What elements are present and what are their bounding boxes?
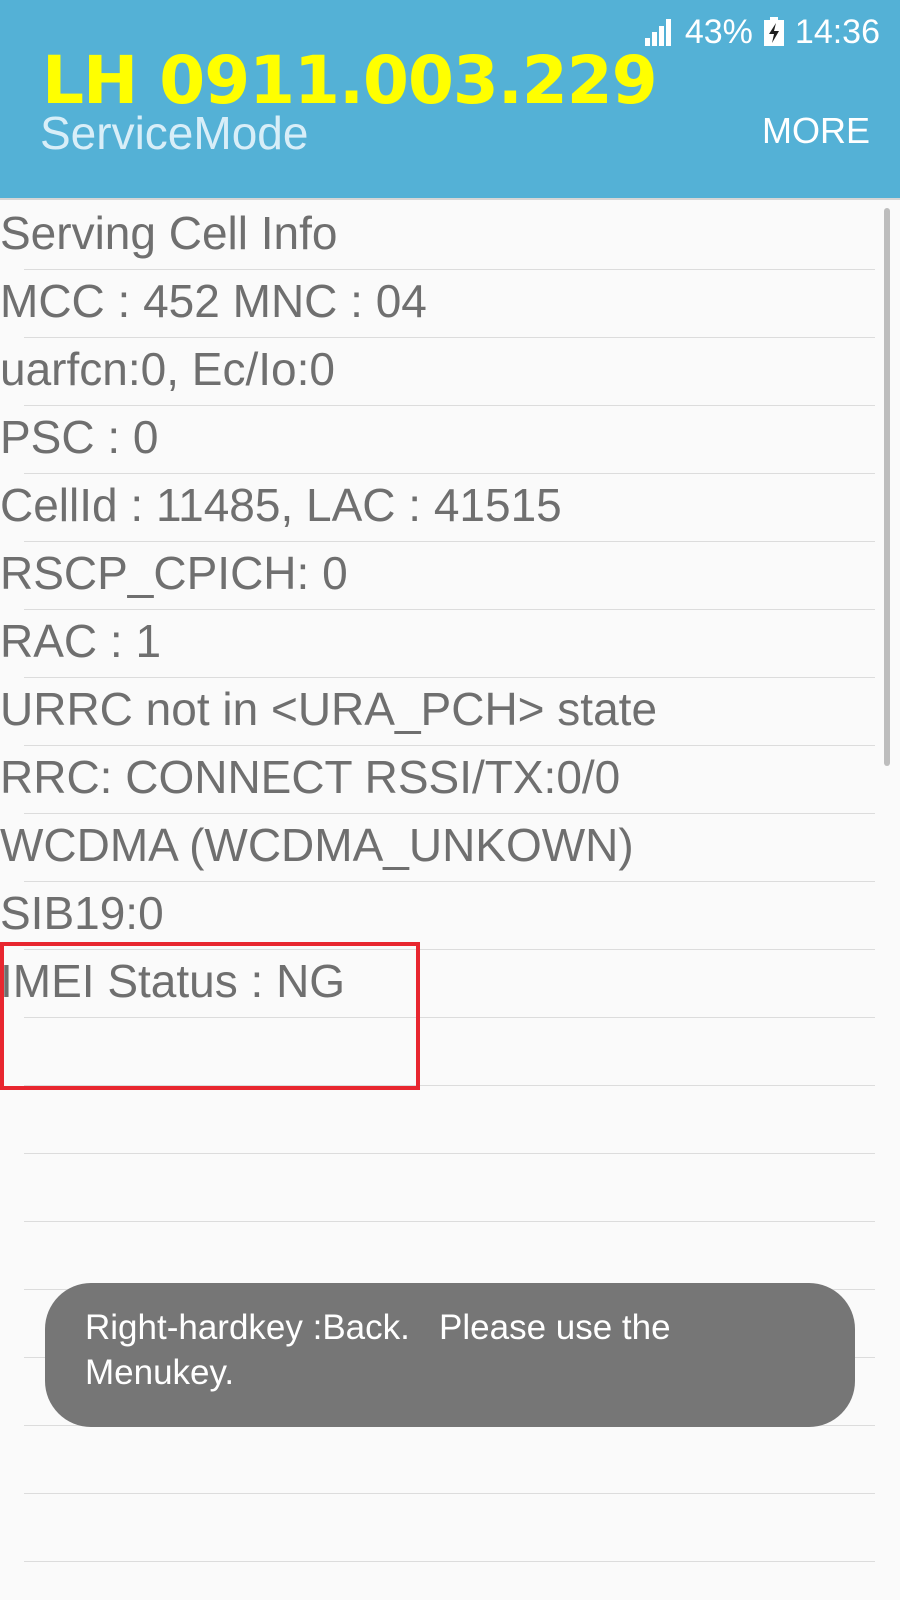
list-item-text: PSC : 0 bbox=[0, 411, 159, 463]
list-item-text: uarfcn:0, Ec/Io:0 bbox=[0, 343, 335, 395]
list-item bbox=[24, 1086, 875, 1154]
list-item-text: RAC : 1 bbox=[0, 615, 162, 667]
scrollbar[interactable] bbox=[884, 208, 890, 766]
list-item: MCC : 452 MNC : 04 bbox=[0, 270, 875, 338]
clock-time: 14:36 bbox=[794, 12, 880, 51]
list-item bbox=[24, 1426, 875, 1494]
status-bar: 43% 14:36 bbox=[643, 10, 880, 54]
list-item: WCDMA (WCDMA_UNKOWN) bbox=[0, 814, 875, 882]
list-item: SIB19:0 bbox=[0, 882, 875, 950]
list-item: Serving Cell Info bbox=[0, 202, 875, 270]
imei-highlight-box bbox=[0, 942, 420, 1090]
list-item: PSC : 0 bbox=[0, 406, 875, 474]
list-item-text: MCC : 452 MNC : 04 bbox=[0, 275, 427, 327]
list-item-text: CellId : 11485, LAC : 41515 bbox=[0, 479, 562, 531]
toast-text: Right-hardkey :Back. Please use the Menu… bbox=[85, 1308, 681, 1392]
list-item: uarfcn:0, Ec/Io:0 bbox=[0, 338, 875, 406]
list-item: URRC not in <URA_PCH> state bbox=[0, 678, 875, 746]
list-item-text: SIB19:0 bbox=[0, 887, 164, 939]
more-button[interactable]: MORE bbox=[762, 110, 870, 152]
app-bar: 43% 14:36 LH 0911.003.229 ServiceMode MO… bbox=[0, 0, 900, 200]
list-item-text: RRC: CONNECT RSSI/TX:0/0 bbox=[0, 751, 621, 803]
list-item-text: Serving Cell Info bbox=[0, 207, 338, 259]
list-item: CellId : 11485, LAC : 41515 bbox=[0, 474, 875, 542]
list-item bbox=[24, 1494, 875, 1562]
list-item: RSCP_CPICH: 0 bbox=[0, 542, 875, 610]
page-title: ServiceMode bbox=[40, 107, 309, 159]
list-item bbox=[24, 1222, 875, 1290]
battery-percent: 43% bbox=[684, 12, 753, 51]
list-item-text: RSCP_CPICH: 0 bbox=[0, 547, 348, 599]
list-item bbox=[24, 1154, 875, 1222]
list-item: RRC: CONNECT RSSI/TX:0/0 bbox=[0, 746, 875, 814]
list-item-text: URRC not in <URA_PCH> state bbox=[0, 683, 658, 735]
list-item: RAC : 1 bbox=[0, 610, 875, 678]
battery-charging-icon bbox=[763, 17, 784, 46]
list-item-text: WCDMA (WCDMA_UNKOWN) bbox=[0, 819, 634, 871]
toast-message: Right-hardkey :Back. Please use the Menu… bbox=[45, 1283, 855, 1427]
